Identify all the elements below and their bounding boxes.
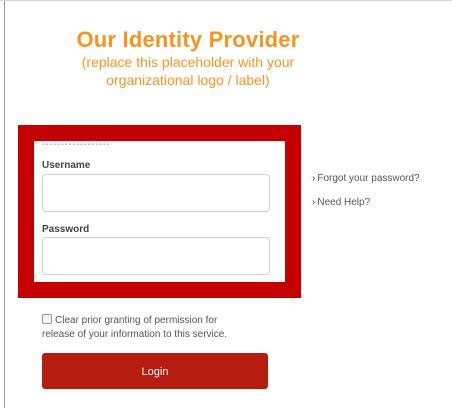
login-button[interactable]: Login <box>42 353 268 389</box>
password-label: Password <box>42 224 90 235</box>
need-help-label: Need Help? <box>317 197 371 208</box>
organization-logo: Our Identity Provider (replace this plac… <box>38 27 338 89</box>
checkbox-icon[interactable] <box>42 314 52 324</box>
forgot-password-label: Forgot your password? <box>317 173 420 184</box>
logo-title: Our Identity Provider <box>76 27 300 52</box>
logo-subtitle-line1: (replace this placeholder with your <box>81 54 295 70</box>
help-links: › Forgot your password? › Need Help? <box>312 173 420 221</box>
consent-text: Clear prior granting of permission for r… <box>42 315 228 340</box>
logo-subtitle-line2: organizational logo / label) <box>106 72 270 88</box>
username-label: Username <box>42 160 91 171</box>
consent-option: Clear prior granting of permission for r… <box>42 314 252 342</box>
page-left-border <box>4 1 5 408</box>
login-page: Our Identity Provider (replace this plac… <box>0 0 452 408</box>
chevron-right-icon: › <box>312 197 316 208</box>
obscured-instruction-text: •••••••••••••••••• <box>42 141 212 145</box>
forgot-password-link[interactable]: › Forgot your password? <box>312 173 420 185</box>
password-input[interactable] <box>42 237 270 275</box>
need-help-link[interactable]: › Need Help? <box>312 197 420 209</box>
chevron-right-icon: › <box>312 173 316 184</box>
username-input[interactable] <box>42 174 270 212</box>
